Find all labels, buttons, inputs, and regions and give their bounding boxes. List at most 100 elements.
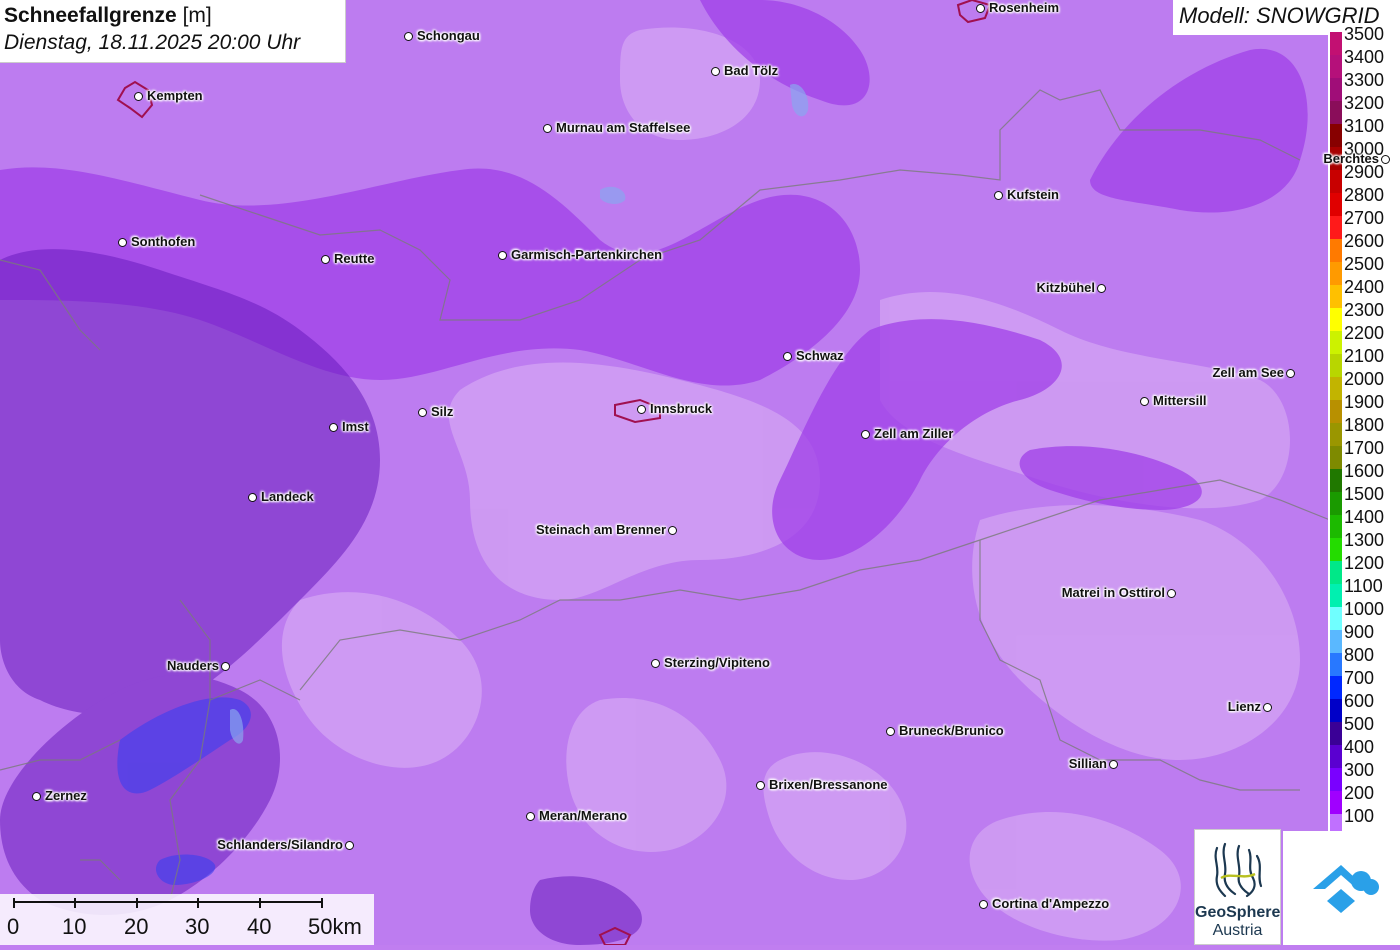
city-label[interactable]: Garmisch-Partenkirchen <box>511 247 662 262</box>
city-label[interactable]: Murnau am Staffelsee <box>556 120 690 135</box>
legend-swatch <box>1330 492 1342 515</box>
city-label[interactable]: Zernez <box>45 788 87 803</box>
city-label[interactable]: Rosenheim <box>989 0 1059 15</box>
city-marker[interactable] <box>783 352 792 361</box>
city-label[interactable]: Zell am Ziller <box>874 426 953 441</box>
city-label[interactable]: Nauders <box>167 658 219 673</box>
city-marker[interactable] <box>1286 369 1295 378</box>
legend-label: 1900 <box>1344 392 1385 412</box>
legend-swatch <box>1330 216 1342 239</box>
city-marker[interactable] <box>1140 397 1149 406</box>
map-title-bold: Schneefallgrenze <box>4 4 177 27</box>
city-marker[interactable] <box>979 900 988 909</box>
city-marker[interactable] <box>711 67 720 76</box>
city-label[interactable]: Sonthofen <box>131 234 195 249</box>
city-label[interactable]: Steinach am Brenner <box>536 522 666 537</box>
city-marker[interactable] <box>637 405 646 414</box>
city-label[interactable]: Lienz <box>1228 699 1261 714</box>
city-label[interactable]: Schlanders/Silandro <box>217 837 343 852</box>
city-marker[interactable] <box>1109 760 1118 769</box>
city-marker[interactable] <box>329 423 338 432</box>
map-datetime: Dienstag, 18.11.2025 20:00 Uhr <box>4 31 301 54</box>
legend-label: 2500 <box>1344 254 1385 274</box>
city-label[interactable]: Imst <box>342 419 369 434</box>
city-label[interactable]: Berchtes <box>1323 151 1379 166</box>
weather-app-logo[interactable] <box>1283 831 1400 945</box>
city-label[interactable]: Cortina d'Ampezzo <box>992 896 1109 911</box>
city-marker[interactable] <box>886 727 895 736</box>
legend-label: 1300 <box>1344 530 1385 550</box>
legend-label: 1400 <box>1344 507 1385 527</box>
legend-label: 2800 <box>1344 185 1385 205</box>
cloud-arrow-icon <box>1313 865 1379 913</box>
city-label[interactable]: Silz <box>431 404 453 419</box>
city-marker[interactable] <box>418 408 427 417</box>
city-marker[interactable] <box>345 841 354 850</box>
city-label[interactable]: Schongau <box>417 28 480 43</box>
legend-label: 2000 <box>1344 369 1385 389</box>
city-marker[interactable] <box>1381 155 1390 164</box>
city-label[interactable]: Matrei in Osttirol <box>1062 585 1165 600</box>
legend-label: 1100 <box>1344 576 1383 596</box>
city-marker[interactable] <box>404 32 413 41</box>
legend-swatch <box>1330 285 1342 308</box>
city-label[interactable]: Innsbruck <box>650 401 712 416</box>
city-marker[interactable] <box>134 92 143 101</box>
city-marker[interactable] <box>543 124 552 133</box>
legend-swatch <box>1330 630 1342 653</box>
city-marker[interactable] <box>976 4 985 13</box>
city-label[interactable]: Kempten <box>147 88 203 103</box>
scale-label-0: 0 <box>7 914 20 939</box>
legend-swatch <box>1330 239 1342 262</box>
city-marker[interactable] <box>1097 284 1106 293</box>
city-marker[interactable] <box>668 526 677 535</box>
snowfall-map[interactable] <box>0 0 1400 945</box>
city-marker[interactable] <box>651 659 660 668</box>
city-label[interactable]: Sillian <box>1069 756 1107 771</box>
city-label[interactable]: Brixen/Bressanone <box>769 777 888 792</box>
legend-swatch <box>1330 538 1342 561</box>
city-marker[interactable] <box>321 255 330 264</box>
city-marker[interactable] <box>498 251 507 260</box>
legend-swatch <box>1330 423 1342 446</box>
city-label[interactable]: Zell am See <box>1212 365 1284 380</box>
city-label[interactable]: Bad Tölz <box>724 63 778 78</box>
city-label[interactable]: Kufstein <box>1007 187 1059 202</box>
city-label[interactable]: Bruneck/Brunico <box>899 723 1004 738</box>
legend-swatch <box>1330 722 1342 745</box>
legend-swatch <box>1330 78 1342 101</box>
city-marker[interactable] <box>221 662 230 671</box>
legend-swatch <box>1330 584 1342 607</box>
city-marker[interactable] <box>861 430 870 439</box>
scale-label-20: 20 <box>124 914 149 939</box>
city-label[interactable]: Landeck <box>261 489 314 504</box>
map-title: Schneefallgrenze [m] <box>4 2 341 29</box>
city-marker[interactable] <box>526 812 535 821</box>
legend-swatch <box>1330 561 1342 584</box>
city-marker[interactable] <box>1167 589 1176 598</box>
city-marker[interactable] <box>118 238 127 247</box>
legend-label: 100 <box>1344 806 1375 826</box>
city-marker[interactable] <box>1263 703 1272 712</box>
legend-label: 700 <box>1344 668 1375 688</box>
legend-label: 2200 <box>1344 323 1385 343</box>
geosphere-text-1: GeoSphere <box>1195 904 1281 921</box>
city-marker[interactable] <box>248 493 257 502</box>
city-marker[interactable] <box>32 792 41 801</box>
geosphere-logo[interactable]: GeoSphere Austria <box>1194 829 1281 945</box>
city-label[interactable]: Mittersill <box>1153 393 1206 408</box>
title-box: Schneefallgrenze [m] Dienstag, 18.11.202… <box>0 0 346 63</box>
city-label[interactable]: Sterzing/Vipiteno <box>664 655 770 670</box>
legend-label: 2700 <box>1344 208 1385 228</box>
city-marker[interactable] <box>994 191 1003 200</box>
city-label[interactable]: Schwaz <box>796 348 844 363</box>
geosphere-text-2: Austria <box>1212 922 1263 939</box>
city-label[interactable]: Reutte <box>334 251 374 266</box>
city-label[interactable]: Kitzbühel <box>1037 280 1096 295</box>
legend-label: 2400 <box>1344 277 1385 297</box>
scale-label-30: 30 <box>185 914 210 939</box>
city-marker[interactable] <box>756 781 765 790</box>
legend-swatch <box>1330 515 1342 538</box>
city-label[interactable]: Meran/Merano <box>539 808 627 823</box>
legend-swatch <box>1330 676 1342 699</box>
